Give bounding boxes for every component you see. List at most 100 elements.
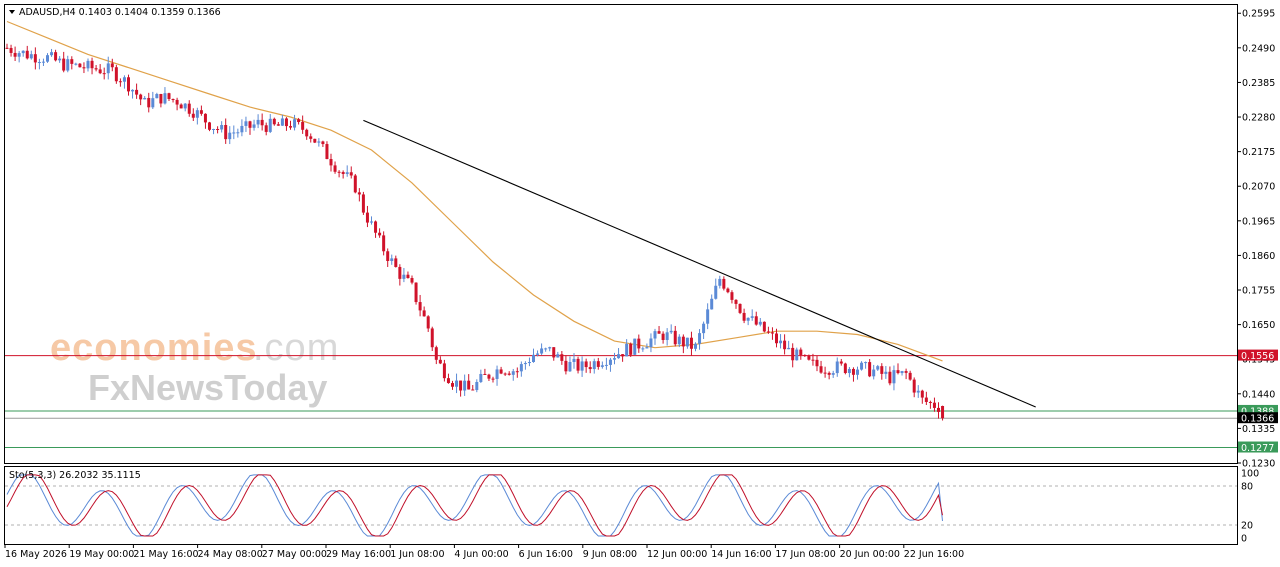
candle-body	[46, 55, 49, 62]
candle-body	[823, 372, 827, 374]
price-chart[interactable]: economies .com FxNewsToday 0.25950.24900…	[0, 0, 1280, 567]
candle-body	[527, 362, 531, 364]
candle-body	[544, 348, 548, 350]
candle-body	[876, 366, 880, 370]
watermark: economies .com FxNewsToday	[50, 327, 338, 408]
candle	[78, 63, 82, 68]
candle-body	[560, 354, 564, 361]
candle-body	[147, 97, 151, 108]
candle-body	[195, 110, 199, 118]
candle-body	[268, 118, 272, 132]
candle-body	[337, 171, 341, 173]
candle-body	[451, 383, 454, 387]
y-tick-label: 0.2385	[1242, 78, 1275, 89]
candle-body	[33, 54, 37, 63]
candle-body	[937, 407, 940, 412]
level-tag-label: 0.1366	[1241, 414, 1274, 425]
candle-body	[386, 251, 390, 261]
y-tick-label: 0.1335	[1242, 424, 1275, 435]
candle-body	[151, 98, 155, 108]
candle-body	[920, 390, 924, 398]
watermark-economies: economies	[50, 327, 258, 369]
symbol-ohlc-label: ADAUSD,H4 0.1403 0.1404 0.1359 0.1366	[19, 7, 221, 18]
candle-body	[66, 59, 70, 71]
candle-body	[540, 348, 544, 354]
y-tick-label: 0.2595	[1242, 9, 1275, 20]
candle-body	[203, 113, 207, 123]
candle-body	[779, 340, 783, 344]
x-tick-label: 1 Jun 08:00	[390, 549, 444, 560]
candle-body	[86, 60, 90, 69]
candle-body	[556, 354, 560, 358]
candle-body	[831, 373, 835, 375]
candle-body	[143, 97, 147, 100]
candle-body	[313, 138, 317, 143]
candle-body	[74, 63, 78, 65]
candle-body	[685, 337, 689, 347]
candle-body	[305, 129, 309, 137]
candle	[414, 282, 418, 305]
candle-body	[252, 124, 256, 128]
candle-body	[932, 402, 936, 408]
candle	[738, 303, 742, 315]
candle-body	[499, 369, 503, 374]
candle-body	[600, 365, 604, 367]
candle-body	[467, 380, 471, 390]
candle-body	[110, 63, 114, 68]
y-tick-label: 0.2175	[1242, 147, 1275, 158]
candle-body	[135, 89, 139, 95]
candle-body	[726, 288, 730, 293]
candle-body	[681, 336, 685, 347]
candle-body	[912, 379, 916, 393]
candle-body	[819, 366, 823, 373]
candle	[114, 64, 118, 84]
candle-body	[159, 94, 163, 104]
candle-body	[847, 368, 851, 374]
candle-body	[434, 347, 438, 360]
candle-body	[361, 194, 365, 213]
candle-body	[90, 60, 94, 69]
candle-body	[471, 389, 475, 391]
candle-body	[9, 47, 13, 53]
candle-body	[851, 368, 855, 375]
candle-body	[199, 110, 203, 114]
candle-body	[171, 98, 175, 100]
candle-body	[102, 73, 106, 75]
stoch-tick-label: 100	[1241, 469, 1259, 480]
candle-body	[860, 362, 864, 370]
candle-body	[349, 172, 353, 176]
candle-body	[827, 372, 831, 375]
time-axis[interactable]: 16 May 2026 19 May 00:00 21 May 16:00 24 Ma…	[4, 544, 964, 560]
candle-body	[758, 321, 762, 325]
candle-body	[495, 369, 499, 379]
candle-body	[459, 380, 463, 391]
x-tick-label: 22 Jun 16:00	[904, 549, 964, 560]
candle-body	[224, 125, 228, 140]
candle-body	[750, 316, 754, 318]
candle-body	[418, 302, 422, 311]
candle-body	[811, 359, 815, 361]
candle-body	[426, 316, 430, 329]
candle	[629, 342, 633, 357]
candle-body	[345, 172, 349, 174]
candle-body	[244, 121, 248, 126]
candle-body	[272, 118, 276, 125]
candle-body	[260, 119, 264, 126]
candle-body	[694, 343, 697, 349]
candle-body	[82, 67, 86, 69]
candle-body	[163, 93, 167, 104]
price-axis[interactable]: 0.2595 0.2490 0.2385 0.2280 0.2175 0.2070 0.19…	[1237, 9, 1278, 470]
candle-body	[783, 340, 787, 350]
x-tick-label: 19 May 00:00	[69, 549, 134, 560]
candle-body	[398, 266, 402, 279]
candle-body	[868, 362, 872, 377]
candle-body	[803, 354, 807, 356]
candle-body	[333, 165, 337, 172]
candle-body	[572, 358, 576, 362]
candle-body	[122, 77, 126, 82]
y-tick-label: 0.1965	[1242, 216, 1275, 227]
candle-body	[588, 367, 592, 370]
y-tick-label: 0.1650	[1242, 320, 1275, 331]
candle	[762, 321, 766, 333]
candle-body	[106, 63, 110, 74]
